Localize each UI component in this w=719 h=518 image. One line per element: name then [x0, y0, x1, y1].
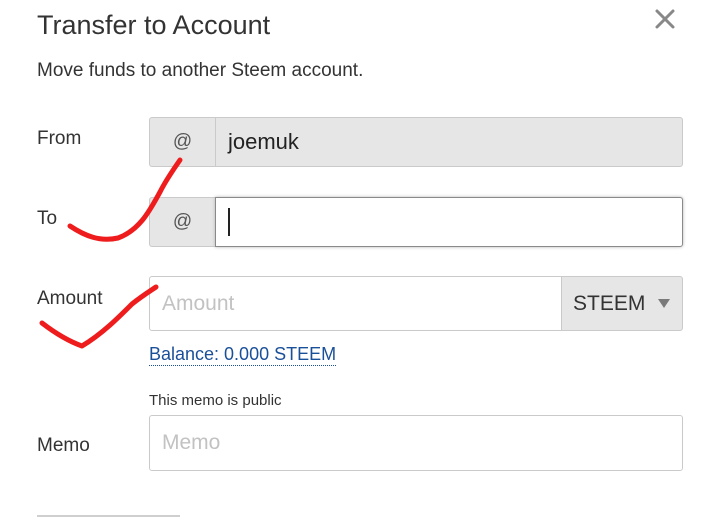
to-field[interactable]: [215, 197, 683, 247]
amount-field[interactable]: Amount: [149, 276, 562, 331]
balance-link[interactable]: Balance: 0.000 STEEM: [149, 343, 337, 366]
amount-label: Amount: [37, 288, 103, 309]
memo-placeholder: Memo: [162, 431, 221, 454]
memo-label: Memo: [37, 435, 90, 456]
from-value: joemuk: [228, 129, 299, 154]
dialog-subtitle: Move funds to another Steem account.: [37, 60, 364, 81]
to-at-prefix: @: [149, 197, 215, 247]
chevron-down-icon: [658, 299, 670, 308]
to-label: To: [37, 208, 58, 229]
dialog-title: Transfer to Account: [37, 10, 271, 40]
text-caret: [228, 208, 230, 236]
asset-select-value: STEEM: [573, 291, 646, 315]
close-icon[interactable]: [652, 6, 678, 32]
transfer-dialog: Transfer to Account Move funds to anothe…: [0, 0, 719, 518]
memo-field[interactable]: Memo: [149, 415, 683, 471]
memo-public-note: This memo is public: [149, 392, 282, 409]
from-label: From: [37, 128, 82, 149]
from-at-prefix: @: [149, 117, 215, 167]
from-field: joemuk: [215, 117, 683, 167]
amount-placeholder: Amount: [162, 291, 235, 315]
footer-divider: [37, 515, 180, 517]
asset-select[interactable]: STEEM: [561, 276, 683, 331]
